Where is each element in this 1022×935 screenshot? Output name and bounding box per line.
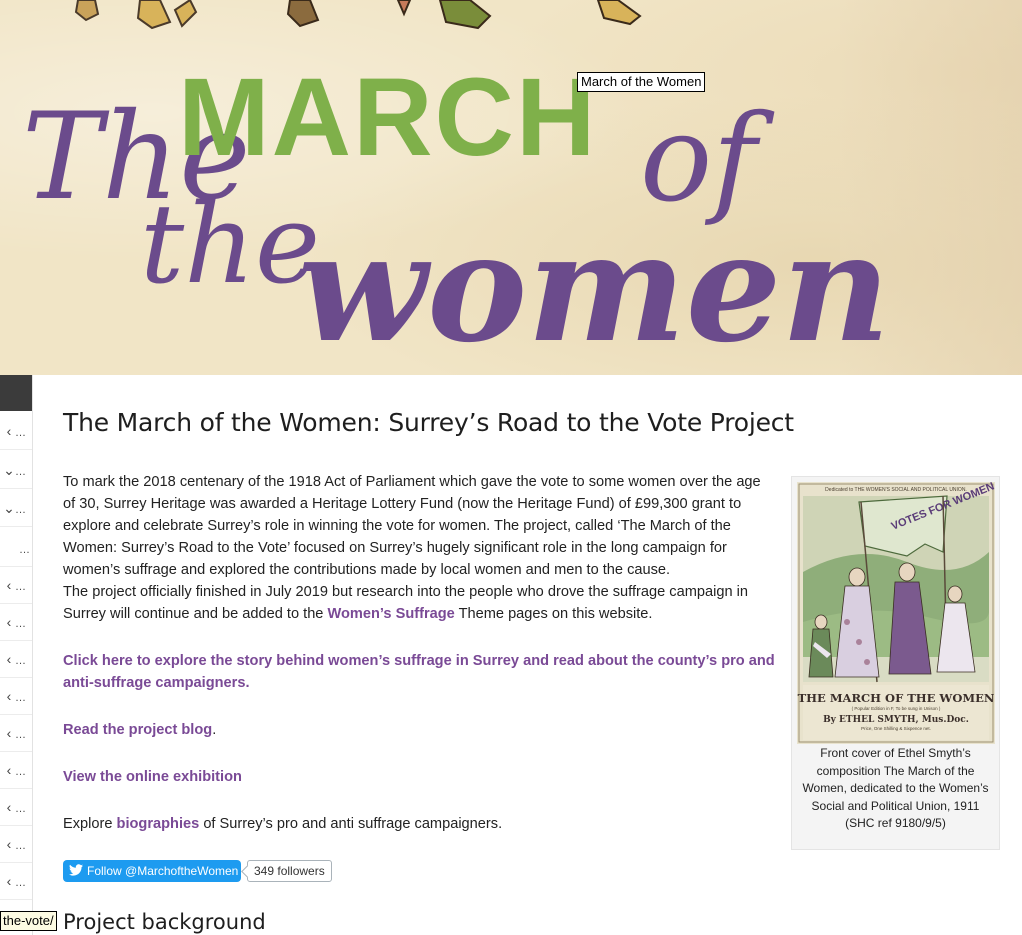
sidebar-nav-item[interactable]: ⌄… [0,452,32,489]
sidebar-nav-label: … [15,655,26,667]
bio-text-start: Explore [63,816,117,832]
chevron-down-icon: ⌄ [3,500,15,516]
hero-word-the2: the [140,180,320,308]
page-title: The March of the Women: Surrey’s Road to… [63,408,794,437]
poster-caption: Front cover of Ethel Smyth’s composition… [802,746,989,830]
sidebar-nav-label: … [15,803,26,815]
sidebar-nav-item[interactable]: ‹… [0,678,32,715]
blog-period: . [212,722,217,738]
project-blog-link[interactable]: Read the project blog [63,722,212,738]
hero-word-march: MARCH [178,56,597,179]
poster-title: THE MARCH OF THE WOMEN [798,691,995,705]
feet-illustration [74,0,642,30]
chevron-left-icon: ‹ [6,762,12,778]
chevron-left-icon: ‹ [6,873,12,889]
explore-story-link[interactable]: Click here to explore the story behind w… [63,653,775,691]
sidebar-nav-label: … [15,618,26,630]
exhibition-paragraph: View the online exhibition [63,766,775,788]
project-background-heading: Project background [63,910,266,934]
sidebar-nav-label: … [15,729,26,741]
poster-image[interactable]: Dedicated to THE WOMEN'S SOCIAL AND POLI… [797,482,995,744]
womens-suffrage-link[interactable]: Women’s Suffrage [327,606,454,622]
chevron-left-icon: ‹ [6,577,12,593]
twitter-follower-count[interactable]: 349 followers [247,860,332,882]
poster-subtitle: ( Popular Edition in F, To be sung in Un… [852,706,941,711]
chevron-down-icon: ⌄ [3,462,15,478]
sidebar-nav-item[interactable]: ⌄… [0,490,32,527]
intro-text: To mark the 2018 centenary of the 1918 A… [63,474,761,578]
status-url-tooltip: the-vote/ [0,911,57,931]
biographies-link[interactable]: biographies [117,816,200,832]
sidebar-nav-label: … [15,466,26,478]
chevron-left-icon: ‹ [6,799,12,815]
sidebar-nav-label: … [15,840,26,852]
online-exhibition-link[interactable]: View the online exhibition [63,769,242,785]
sidebar-nav-label: … [15,581,26,593]
chevron-left-icon: ‹ [6,614,12,630]
poster-top-text: Dedicated to THE WOMEN'S SOCIAL AND POLI… [825,487,967,493]
twitter-bird-icon [69,864,83,876]
sidebar-nav-item[interactable]: ‹… [0,604,32,641]
sidebar-nav-label: … [19,544,30,556]
explore-paragraph: Click here to explore the story behind w… [63,650,775,694]
hero-tooltip: March of the Women [577,72,706,92]
sidebar-nav-label: … [15,766,26,778]
sidebar-nav-item[interactable]: ‹… [0,641,32,678]
sidebar-header [0,375,32,411]
blog-paragraph: Read the project blog. [63,719,775,741]
sidebar-nav-item[interactable]: ‹… [0,752,32,789]
sidebar-nav-item[interactable]: ‹… [0,413,32,450]
twitter-follow-label: Follow @MarchoftheWomen [87,864,239,878]
chevron-left-icon: ‹ [6,423,12,439]
chevron-left-icon: ‹ [6,725,12,741]
sidebar-nav-item[interactable]: ‹… [0,789,32,826]
sidebar-nav-item[interactable]: ‹… [0,567,32,604]
hero-banner: The MARCH of the women March of the Wome… [0,0,1022,375]
poster-figure: Dedicated to THE WOMEN'S SOCIAL AND POLI… [791,476,1000,850]
sidebar-nav-label: … [15,504,26,516]
bio-text-end: of Surrey’s pro and anti suffrage campai… [199,816,503,832]
sidebar-nav-label: … [15,877,26,889]
sidebar-nav-label: … [15,427,26,439]
biographies-paragraph: Explore biographies of Surrey’s pro and … [63,813,775,835]
chevron-left-icon: ‹ [6,651,12,667]
chevron-left-icon: ‹ [6,688,12,704]
hero-word-women: women [298,200,890,375]
sidebar-nav-item[interactable]: ‹… [0,826,32,863]
poster-price: Price, One Shilling & Sixpence net. [861,726,931,731]
poster-author: By ETHEL SMYTH, Mus.Doc. [823,715,969,725]
intro-paragraph: To mark the 2018 centenary of the 1918 A… [63,471,775,625]
twitter-follow-button[interactable]: Follow @MarchoftheWomen [63,860,241,882]
sidebar-nav-item[interactable]: ‹… [0,715,32,752]
chevron-left-icon: ‹ [6,836,12,852]
hero-title-art: The MARCH of the women [22,0,890,375]
followup-text-end: Theme pages on this website. [454,606,653,622]
sidebar-nav-label: … [15,692,26,704]
sidebar-nav-item[interactable]: … [0,530,32,567]
sidebar-nav-item[interactable]: ‹… [0,863,32,900]
